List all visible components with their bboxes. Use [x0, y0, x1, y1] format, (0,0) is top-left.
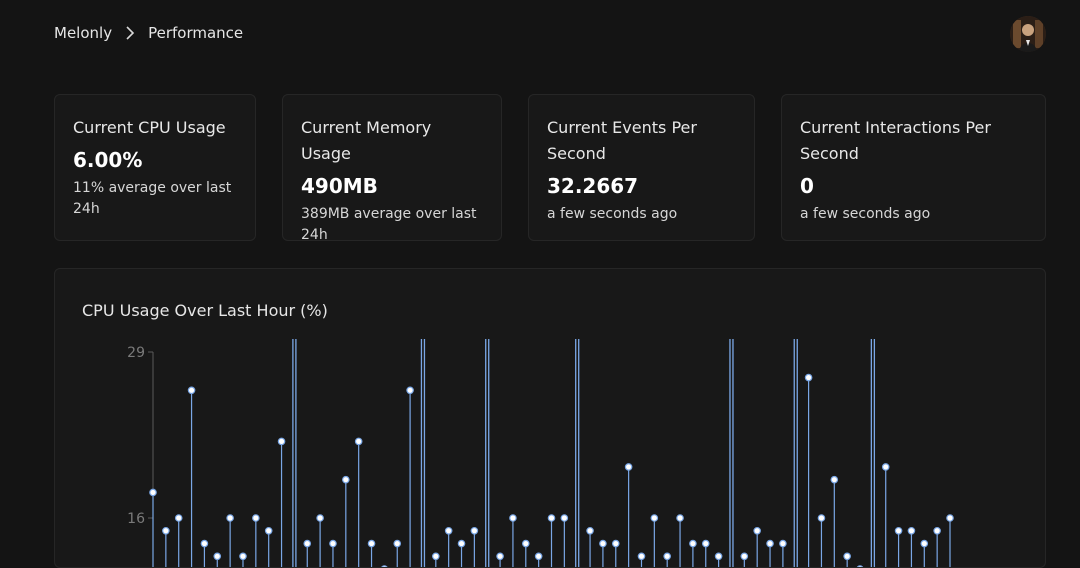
data-point: [547, 514, 556, 522]
data-point: [701, 539, 710, 548]
data-point: [946, 514, 954, 522]
breadcrumb-root-link[interactable]: Melonly: [54, 24, 112, 42]
data-point: [316, 514, 324, 522]
data-point: [432, 552, 440, 561]
breadcrumb: Melonly Performance: [54, 24, 243, 42]
y-tick-label: 29: [127, 345, 145, 361]
card-value: 32.2667: [547, 174, 639, 198]
data-point: [226, 514, 234, 522]
data-point: [611, 539, 620, 548]
data-point: [881, 463, 890, 471]
card-subtext: a few seconds ago: [800, 206, 931, 222]
data-point: [534, 552, 543, 561]
data-point: [766, 539, 774, 548]
data-point: [599, 539, 607, 548]
card-subtext: a few seconds ago: [547, 206, 678, 222]
data-point: [342, 475, 350, 484]
events-per-second-card: Current Events Per Second 32.2667 a few …: [528, 94, 755, 241]
card-value: 6.00%: [73, 148, 143, 172]
data-point: [149, 488, 157, 497]
data-point: [689, 539, 697, 548]
card-subtext: 389MB average over last 24h: [301, 206, 477, 243]
data-point: [804, 373, 813, 382]
data-point: [933, 526, 941, 535]
data-point: [843, 552, 851, 561]
data-point: [470, 526, 479, 535]
data-point: [329, 539, 337, 548]
card-value: 0: [800, 174, 814, 198]
data-point: [174, 514, 183, 522]
data-point: [637, 552, 646, 561]
breadcrumb-current: Performance: [148, 24, 244, 42]
memory-usage-card: Current Memory Usage 490MB 389MB average…: [282, 94, 502, 243]
card-subtext: 11% average over last 24h: [73, 180, 232, 217]
data-point: [213, 552, 222, 561]
data-point: [354, 437, 363, 446]
data-point: [753, 526, 761, 535]
data-point: [367, 539, 376, 548]
interactions-per-second-card: Current Interactions Per Second 0 a few …: [781, 94, 1046, 241]
data-point: [907, 526, 916, 535]
data-point: [894, 526, 903, 535]
data-point: [779, 539, 787, 548]
data-point: [496, 552, 504, 561]
card-value: 490MB: [301, 174, 378, 198]
stats-cards: Current CPU Usage 6.00% 11% average over…: [54, 94, 1046, 243]
data-point: [277, 437, 286, 446]
data-point: [264, 526, 273, 535]
y-tick-label: 16: [127, 511, 145, 527]
data-point: [239, 552, 247, 561]
cpu-usage-chart: 29 16: [127, 339, 954, 567]
data-point: [406, 386, 414, 395]
data-point: [393, 539, 402, 548]
data-point: [676, 514, 684, 522]
data-point: [650, 514, 659, 522]
data-point: [521, 539, 530, 548]
data-point: [457, 539, 466, 548]
data-point: [200, 539, 209, 548]
data-point: [187, 386, 196, 395]
data-point: [817, 514, 826, 522]
data-point: [586, 526, 594, 535]
cpu-chart-panel: CPU Usage Over Last Hour (%) 29 16: [54, 268, 1046, 568]
card-title: Current CPU Usage: [73, 118, 226, 137]
data-point: [303, 539, 312, 548]
data-point: [920, 539, 929, 548]
data-point: [740, 552, 749, 561]
card-title: Current Memory Usage: [301, 118, 432, 163]
cpu-usage-card: Current CPU Usage 6.00% 11% average over…: [54, 94, 256, 241]
data-point: [381, 565, 388, 567]
data-point: [444, 526, 453, 535]
data-point: [714, 552, 723, 561]
data-point: [830, 475, 839, 484]
chevron-right-icon: [118, 26, 142, 40]
card-title: Current Events Per Second: [547, 118, 697, 163]
top-bar: Melonly Performance: [54, 16, 1046, 52]
data-point: [560, 514, 569, 522]
card-title: Current Interactions Per Second: [800, 118, 991, 163]
data-point: [252, 514, 260, 522]
data-point: [162, 526, 170, 535]
data-point: [509, 514, 517, 522]
data-point: [624, 463, 633, 471]
data-point: [663, 552, 671, 561]
data-point: [856, 565, 864, 567]
avatar[interactable]: [1010, 16, 1046, 52]
